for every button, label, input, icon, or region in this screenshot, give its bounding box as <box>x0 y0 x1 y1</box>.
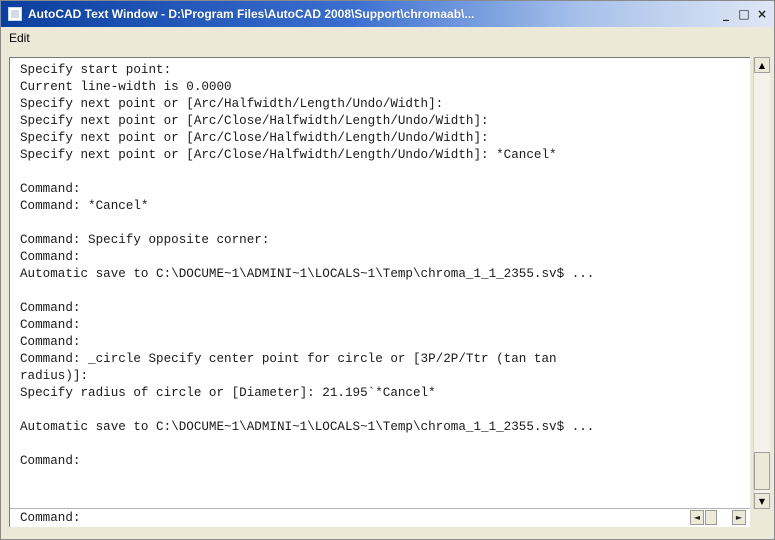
command-line-input[interactable]: Command: <box>20 510 80 527</box>
history-line: Command: _circle Specify center point fo… <box>20 352 557 366</box>
close-button[interactable]: × <box>754 6 770 22</box>
horizontal-scroll-thumb[interactable] <box>705 510 717 525</box>
history-line <box>20 402 748 419</box>
command-history: Specify start point: Current line-width i… <box>20 62 748 470</box>
menu-bar: Edit <box>1 27 774 49</box>
scroll-right-button[interactable]: ► <box>732 510 746 525</box>
title-bar[interactable]: AutoCAD Text Window - D:\Program Files\A… <box>1 1 774 27</box>
history-line: Specify next point or [Arc/Close/Halfwid… <box>20 114 489 128</box>
history-line: radius)]: <box>20 369 89 383</box>
window-title: AutoCAD Text Window - D:\Program Files\A… <box>28 7 475 21</box>
autocad-text-window: AutoCAD Text Window - D:\Program Files\A… <box>0 0 775 540</box>
history-line: Current line-width is 0.0000 <box>20 80 232 94</box>
vertical-scrollbar[interactable]: ▲ ▼ <box>753 57 770 509</box>
history-line: Automatic save to C:\DOCUME~1\ADMINI~1\L… <box>20 420 595 434</box>
maximize-button[interactable]: □ <box>736 6 752 22</box>
menu-edit[interactable]: Edit <box>1 31 38 45</box>
history-line: Command: <box>20 335 81 349</box>
history-line <box>20 215 748 232</box>
history-line: Specify next point or [Arc/Close/Halfwid… <box>20 131 489 145</box>
horizontal-scroll-track[interactable] <box>718 510 732 525</box>
history-line: Command: <box>20 318 81 332</box>
scroll-left-button[interactable]: ◄ <box>690 510 704 525</box>
history-line <box>20 436 748 453</box>
command-history-area[interactable]: Specify start point: Current line-width i… <box>9 57 750 527</box>
history-line: Automatic save to C:\DOCUME~1\ADMINI~1\L… <box>20 267 595 281</box>
horizontal-scrollbar[interactable]: ◄ ► <box>690 510 746 525</box>
history-line: Command: *Cancel* <box>20 199 149 213</box>
scroll-down-button[interactable]: ▼ <box>754 493 770 509</box>
command-line-row[interactable]: Command: ◄ ► <box>10 508 750 527</box>
history-line: Specify next point or [Arc/Close/Halfwid… <box>20 148 557 162</box>
autocad-app-icon <box>8 7 22 21</box>
history-line: Specify start point: <box>20 63 172 77</box>
history-line: Specify next point or [Arc/Halfwidth/Len… <box>20 97 444 111</box>
history-line: Command: <box>20 250 81 264</box>
history-line: Specify radius of circle or [Diameter]: … <box>20 386 436 400</box>
vertical-scroll-thumb[interactable] <box>754 452 770 490</box>
scroll-up-button[interactable]: ▲ <box>754 57 770 73</box>
history-line: Command: <box>20 454 81 468</box>
history-line <box>20 283 748 300</box>
history-line: Command: <box>20 182 81 196</box>
history-line: Command: <box>20 301 81 315</box>
minimize-button[interactable]: _ <box>718 6 734 22</box>
window-controls: _ □ × <box>716 6 770 22</box>
history-line: Command: Specify opposite corner: <box>20 233 270 247</box>
history-line <box>20 164 748 181</box>
